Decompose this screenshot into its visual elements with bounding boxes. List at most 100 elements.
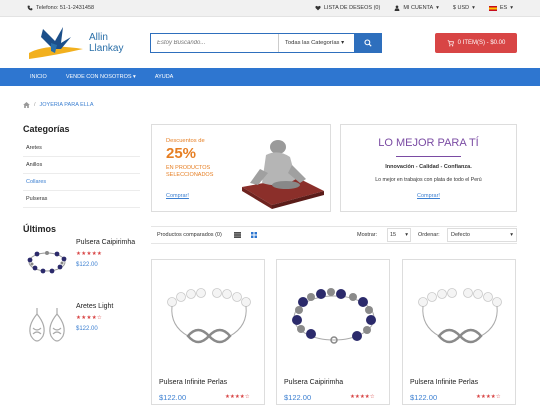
product-name[interactable]: Pulsera Infinite Perlas bbox=[159, 379, 227, 386]
logo-line-1: Allin bbox=[89, 31, 108, 43]
search-input[interactable] bbox=[151, 34, 278, 52]
chevron-down-icon: ▾ bbox=[339, 40, 344, 46]
user-icon bbox=[394, 5, 400, 11]
categories-title: Categorías bbox=[23, 124, 70, 134]
product-card[interactable]: Pulsera Infinite Perlas $122.00 ★★★★☆ bbox=[151, 259, 265, 405]
rating-stars: ★★★★☆ bbox=[225, 394, 250, 400]
latest-product[interactable]: Aretes Light ★★★★☆ $122.00 bbox=[23, 302, 140, 352]
rating-stars: ★★★★☆ bbox=[76, 315, 103, 321]
nav-item-vende[interactable]: VENDE CON NOSOTROS ▾ bbox=[66, 74, 136, 80]
wishlist-label: LISTA DE DESEOS (0) bbox=[323, 5, 381, 11]
breadcrumb-current[interactable]: JOYERIA PARA ELLA bbox=[40, 102, 94, 108]
main-nav: INICIO VENDE CON NOSOTROS ▾ AYUDA bbox=[0, 68, 540, 86]
language-select[interactable]: ES ▾ bbox=[488, 5, 513, 11]
breadcrumb: / JOYERIA PARA ELLA bbox=[23, 102, 94, 108]
cart-button[interactable]: 0 ITEM(S) - $0.00 bbox=[435, 33, 517, 53]
rating-stars: ★★★★★ bbox=[76, 251, 103, 257]
logo-line-2: Llankay bbox=[89, 42, 124, 54]
show-select[interactable]: 15 ▾ bbox=[387, 228, 411, 242]
discount-percent: 25% bbox=[166, 145, 197, 162]
view-toggle bbox=[233, 232, 257, 238]
bracelet-image bbox=[27, 251, 67, 274]
show-value: 15 bbox=[390, 232, 397, 238]
logo[interactable]: Allin Llankay bbox=[27, 22, 150, 64]
wishlist-link[interactable]: LISTA DE DESEOS (0) bbox=[315, 5, 380, 11]
order-label: Ordenar: bbox=[418, 232, 440, 238]
category-item-aretes[interactable]: Aretes bbox=[23, 140, 140, 157]
nav-item-inicio[interactable]: INICIO bbox=[30, 74, 47, 80]
home-icon[interactable] bbox=[23, 102, 30, 108]
heart-icon bbox=[315, 5, 321, 11]
chevron-down-icon: ▾ bbox=[405, 232, 408, 238]
product-price: $122.00 bbox=[284, 393, 312, 402]
phone-text: Telefono: 51-1-2431458 bbox=[36, 5, 95, 11]
grid-view-icon[interactable] bbox=[250, 232, 257, 238]
pearl-bracelet-image bbox=[167, 288, 251, 344]
latest-product-price: $122.00 bbox=[76, 326, 98, 332]
logo-text: Allin Llankay bbox=[89, 32, 123, 54]
category-item-collares[interactable]: Collares bbox=[23, 174, 140, 191]
currency-select[interactable]: $ USD ▾ bbox=[453, 5, 475, 11]
product-card[interactable]: Pulsera Caipirimha $122.00 ★★★★☆ bbox=[276, 259, 390, 405]
language-label: ES bbox=[499, 5, 508, 11]
search-category-label: Todas las Categorías bbox=[285, 40, 340, 46]
latest-panel: Últimos Pulsera Caipirimha ★★★★★ $122.00… bbox=[23, 224, 140, 342]
list-view-icon[interactable] bbox=[233, 232, 241, 238]
search-bar: Todas las Categorías ▾ bbox=[150, 33, 382, 53]
category-item-anillos[interactable]: Anillos bbox=[23, 157, 140, 174]
eagle-logo-icon bbox=[29, 26, 83, 59]
search-button[interactable] bbox=[354, 34, 381, 52]
rating-stars: ★★★★☆ bbox=[476, 394, 501, 400]
product-price: $122.00 bbox=[410, 393, 438, 402]
cart-icon bbox=[447, 39, 454, 46]
discount-banner[interactable]: Descuentos de 25% EN PRODUCTOS SELECCION… bbox=[151, 124, 331, 212]
latest-title: Últimos bbox=[23, 224, 57, 234]
discount-buy-link[interactable]: Comprar! bbox=[166, 193, 189, 199]
order-select[interactable]: Defecto ▾ bbox=[447, 228, 517, 242]
promo-title: LO MEJOR PARA TÍ bbox=[378, 137, 479, 149]
promo-divider bbox=[396, 156, 461, 157]
promo-subtitle: Innovación - Calidad - Confianza. bbox=[385, 164, 472, 170]
flag-es-icon bbox=[488, 5, 497, 11]
chevron-down-icon: ▾ bbox=[436, 5, 439, 11]
phone-icon bbox=[27, 5, 33, 11]
header: Allin Llankay Todas las Categorías ▾ 0 I… bbox=[0, 17, 540, 68]
latest-product-name[interactable]: Aretes Light bbox=[76, 303, 113, 310]
pearl-bracelet-image bbox=[418, 288, 502, 344]
amethyst-bracelet-image bbox=[292, 288, 376, 344]
nav-item-ayuda[interactable]: AYUDA bbox=[155, 74, 174, 80]
latest-product-price: $122.00 bbox=[76, 262, 98, 268]
top-bar: Telefono: 51-1-2431458 LISTA DE DESEOS (… bbox=[0, 0, 540, 17]
nav-item-vende-label: VENDE CON NOSOTROS bbox=[65, 74, 132, 80]
phone-info: Telefono: 51-1-2431458 bbox=[27, 5, 94, 11]
chevron-down-icon: ▾ bbox=[133, 74, 136, 80]
promo-buy-link[interactable]: Comprar! bbox=[341, 193, 516, 199]
earrings-image bbox=[29, 308, 65, 342]
product-price: $122.00 bbox=[159, 393, 187, 402]
product-name[interactable]: Pulsera Caipirimha bbox=[284, 379, 343, 386]
promo-banner[interactable]: LO MEJOR PARA TÍ Innovación - Calidad - … bbox=[340, 124, 517, 212]
categories-panel: Categorías Aretes Anillos Collares Pulse… bbox=[23, 124, 140, 208]
product-toolbar: Productos comparados (0) Mostrar: 15 ▾ O… bbox=[151, 226, 517, 244]
chevron-down-icon: ▾ bbox=[510, 232, 513, 238]
order-value: Defecto bbox=[451, 232, 470, 238]
discount-title: Descuentos de bbox=[166, 138, 205, 144]
latest-product[interactable]: Pulsera Caipirimha ★★★★★ $122.00 bbox=[23, 238, 140, 288]
rating-stars: ★★★★☆ bbox=[350, 394, 375, 400]
account-label: MI CUENTA bbox=[403, 5, 434, 11]
search-category-select[interactable]: Todas las Categorías ▾ bbox=[278, 34, 354, 52]
product-card[interactable]: Pulsera Infinite Perlas $122.00 ★★★★☆ bbox=[402, 259, 516, 405]
chevron-down-icon: ▾ bbox=[472, 5, 475, 11]
chevron-down-icon: ▾ bbox=[510, 5, 513, 11]
breadcrumb-separator: / bbox=[34, 102, 36, 108]
latest-product-name[interactable]: Pulsera Caipirimha bbox=[76, 239, 135, 246]
search-icon bbox=[363, 39, 372, 47]
category-item-pulseras[interactable]: Pulseras bbox=[23, 191, 140, 208]
compare-link[interactable]: Productos comparados (0) bbox=[157, 232, 222, 238]
silver-figurine-image bbox=[242, 140, 324, 209]
product-name[interactable]: Pulsera Infinite Perlas bbox=[410, 379, 478, 386]
discount-subtitle: EN PRODUCTOS SELECCIONADOS bbox=[166, 165, 214, 178]
account-menu[interactable]: MI CUENTA ▾ bbox=[394, 5, 439, 11]
cart-label: 0 ITEM(S) - $0.00 bbox=[457, 40, 506, 46]
currency-label: $ USD bbox=[452, 5, 470, 11]
